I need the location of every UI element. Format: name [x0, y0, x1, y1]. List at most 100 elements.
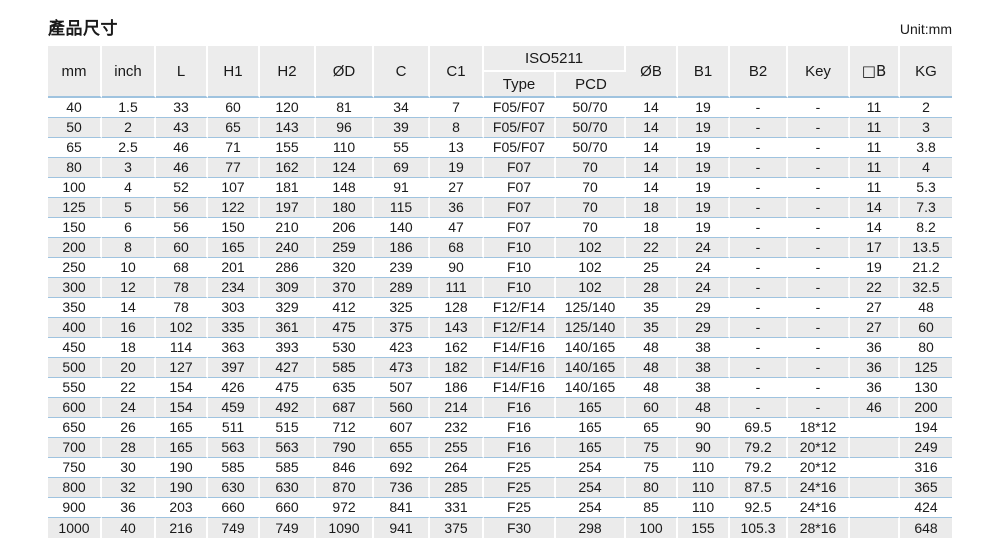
cell-B2: 92.5 [730, 498, 789, 518]
cell-OB: 14 [626, 178, 679, 198]
cell-OB: 48 [626, 358, 679, 378]
cell-C1: 7 [430, 98, 484, 118]
cell-B1: 110 [678, 498, 731, 518]
table-row: 500 20 127 397 427 585 473 182 F14/F16 140/165 48 3… [48, 358, 953, 378]
cell-C1: 186 [430, 378, 484, 398]
cell-inch: 2.5 [102, 138, 156, 158]
cell-pcd: 102 [556, 258, 627, 278]
cell-inch: 16 [102, 318, 156, 338]
cell-B2: 79.2 [730, 438, 789, 458]
cell-OD: 259 [316, 238, 374, 258]
cell-C1: 68 [430, 238, 484, 258]
cell-C1: 255 [430, 438, 484, 458]
cell-L: 60 [156, 238, 208, 258]
cell-type: F10 [484, 258, 556, 278]
cell-KG: 21.2 [900, 258, 953, 278]
cell-key: - [788, 298, 851, 318]
cell-L: 33 [156, 98, 208, 118]
col-header-iso-type: Type [484, 72, 556, 98]
cell-key: - [788, 158, 851, 178]
cell-C: 39 [374, 118, 430, 138]
cell-key: 20*12 [788, 438, 851, 458]
table-row: 900 36 203 660 660 972 841 331 F25 254 85 110 92.5 24… [48, 498, 953, 518]
cell-KG: 13.5 [900, 238, 953, 258]
cell-B1: 19 [678, 118, 731, 138]
cell-B2: - [730, 318, 789, 338]
cell-H2: 120 [260, 98, 316, 118]
cell-key: - [788, 98, 851, 118]
cell-KG: 424 [900, 498, 953, 518]
col-header-iso5211-group: ISO5211 [484, 46, 627, 72]
table-row: 700 28 165 563 563 790 655 255 F16 165 75 90 79.2 20*… [48, 438, 953, 458]
cell-C1: 264 [430, 458, 484, 478]
cell-key: - [788, 238, 851, 258]
cell-C1: 214 [430, 398, 484, 418]
cell-type: F12/F14 [484, 318, 556, 338]
cell-C1: 111 [430, 278, 484, 298]
cell-inch: 22 [102, 378, 156, 398]
cell-B1: 155 [678, 518, 731, 538]
cell-key: - [788, 118, 851, 138]
cell-key: - [788, 258, 851, 278]
cell-type: F12/F14 [484, 298, 556, 318]
cell-key: - [788, 198, 851, 218]
cell-B2: - [730, 358, 789, 378]
cell-sqB: 46 [850, 398, 901, 418]
cell-H2: 155 [260, 138, 316, 158]
cell-inch: 2 [102, 118, 156, 138]
table-row: 80 3 46 77 162 124 69 19 F07 70 14 19- -11 4 [48, 158, 953, 178]
cell-OD: 180 [316, 198, 374, 218]
cell-type: F07 [484, 178, 556, 198]
product-dimensions-table: mm inch L H1 H2 ØD C C1 ISO5211 ØB B1 B2… [48, 46, 953, 538]
cell-L: 56 [156, 218, 208, 238]
cell-L: 102 [156, 318, 208, 338]
cell-C1: 182 [430, 358, 484, 378]
cell-H2: 427 [260, 358, 316, 378]
cell-B1: 38 [678, 358, 731, 378]
table-row: 300 12 78 234 309 370 289 111 F10 102 28 24- -22 32.5 [48, 278, 953, 298]
cell-C: 423 [374, 338, 430, 358]
cell-pcd: 165 [556, 418, 627, 438]
cell-key: - [788, 138, 851, 158]
cell-mm: 150 [48, 218, 102, 238]
cell-type: F14/F16 [484, 358, 556, 378]
cell-OB: 85 [626, 498, 679, 518]
cell-B1: 24 [678, 258, 731, 278]
cell-OB: 14 [626, 158, 679, 178]
cell-C: 375 [374, 318, 430, 338]
table-row: 400 16 102 335 361 475 375 143 F12/F14 125/140 35 2… [48, 318, 953, 338]
cell-B2: 69.5 [730, 418, 789, 438]
cell-OD: 96 [316, 118, 374, 138]
cell-OB: 35 [626, 298, 679, 318]
cell-B2: - [730, 278, 789, 298]
cell-C: 607 [374, 418, 430, 438]
cell-L: 190 [156, 458, 208, 478]
table-row: 50 2 43 65 143 96 39 8 F05/F07 50/70 14 19- -11 3 [48, 118, 953, 138]
cell-pcd: 70 [556, 218, 627, 238]
cell-B1: 19 [678, 98, 731, 118]
cell-H2: 181 [260, 178, 316, 198]
cell-H2: 329 [260, 298, 316, 318]
table-row: 100 4 52 107 181 148 91 27 F07 70 14 19- -11 5.3 [48, 178, 953, 198]
cell-C: 560 [374, 398, 430, 418]
cell-inch: 12 [102, 278, 156, 298]
cell-B1: 110 [678, 458, 731, 478]
cell-H2: 585 [260, 458, 316, 478]
cell-pcd: 165 [556, 398, 627, 418]
page-header: 產品尺寸 Unit:mm [48, 20, 952, 37]
cell-OD: 412 [316, 298, 374, 318]
cell-type: F07 [484, 158, 556, 178]
cell-KG: 4 [900, 158, 953, 178]
cell-H2: 749 [260, 518, 316, 538]
cell-C: 736 [374, 478, 430, 498]
cell-pcd: 140/165 [556, 358, 627, 378]
cell-L: 165 [156, 438, 208, 458]
cell-H1: 459 [208, 398, 260, 418]
table-row: 40 1.5 33 60 120 81 34 7 F05/F07 50/70 14 19- -11 2 [48, 98, 953, 118]
cell-H1: 563 [208, 438, 260, 458]
cell-OD: 320 [316, 258, 374, 278]
cell-OD: 124 [316, 158, 374, 178]
cell-B2: - [730, 298, 789, 318]
cell-mm: 100 [48, 178, 102, 198]
cell-OB: 80 [626, 478, 679, 498]
